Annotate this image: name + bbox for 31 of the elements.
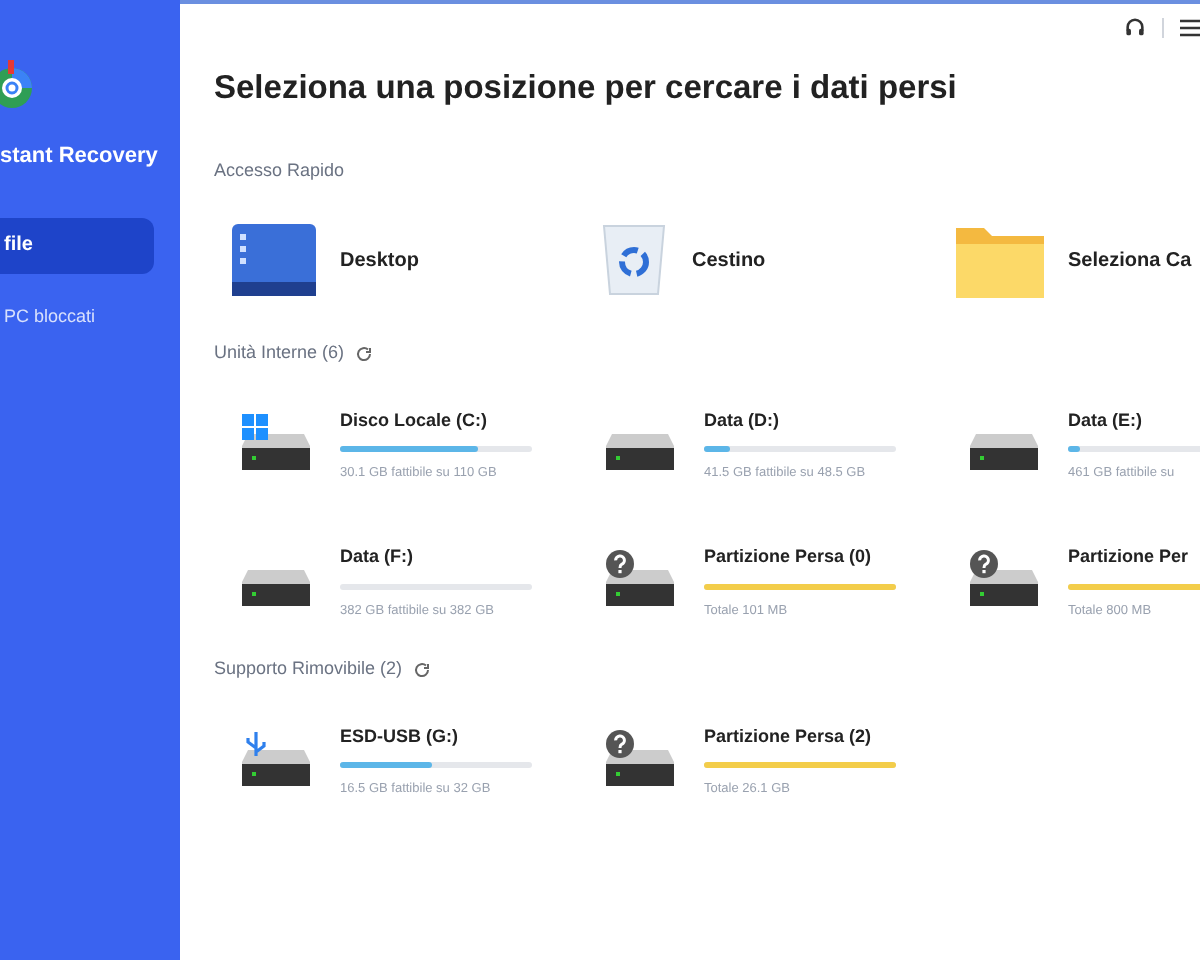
drive-name[interactable]: ESD-USB (G:) — [340, 723, 532, 751]
sidebar-item[interactable]: PC bloccati — [0, 301, 154, 333]
drive-name[interactable]: Disco Locale (C:) — [340, 407, 532, 435]
folder-icon — [956, 222, 1044, 299]
sidebar-item[interactable]: file — [0, 217, 154, 273]
app-name: stant Recovery — [0, 142, 160, 172]
unknown-disk-icon — [606, 550, 674, 606]
section-heading: Unità Interne (6) — [214, 340, 345, 367]
drive-name[interactable]: Data (D:) — [704, 407, 896, 435]
location-label[interactable]: Desktop — [340, 245, 419, 276]
drive-name[interactable]: Partizione Persa (0) — [704, 544, 896, 571]
location-label[interactable]: Seleziona Ca — [1068, 245, 1192, 276]
drive-name[interactable]: Partizione Persa (2) — [704, 723, 896, 751]
unknown-disk-icon — [606, 729, 674, 786]
logo-icon — [0, 60, 36, 112]
recycle-bin-icon — [600, 222, 668, 299]
headset-icon[interactable] — [1124, 16, 1146, 38]
refresh-icon[interactable] — [414, 662, 431, 678]
refresh-icon[interactable] — [356, 346, 373, 362]
section-heading: Accesso Rapido — [214, 157, 347, 184]
drive-name[interactable]: Partizione Per — [1068, 544, 1200, 571]
section-heading: Supporto Rimovibile (2) — [214, 656, 403, 683]
drive-name[interactable]: Data (E:) — [1068, 407, 1200, 435]
usb-disk-icon — [242, 729, 310, 786]
page-title: Seleziona una posizione per cercare i dati persi — [214, 68, 959, 110]
menu-icon[interactable] — [1180, 17, 1200, 37]
location-label[interactable]: Cestino — [692, 245, 766, 276]
unknown-disk-icon — [970, 550, 1038, 606]
desktop-icon — [232, 224, 316, 297]
drive-name[interactable]: Data (F:) — [340, 544, 532, 571]
hard-disk-icon — [242, 413, 310, 470]
